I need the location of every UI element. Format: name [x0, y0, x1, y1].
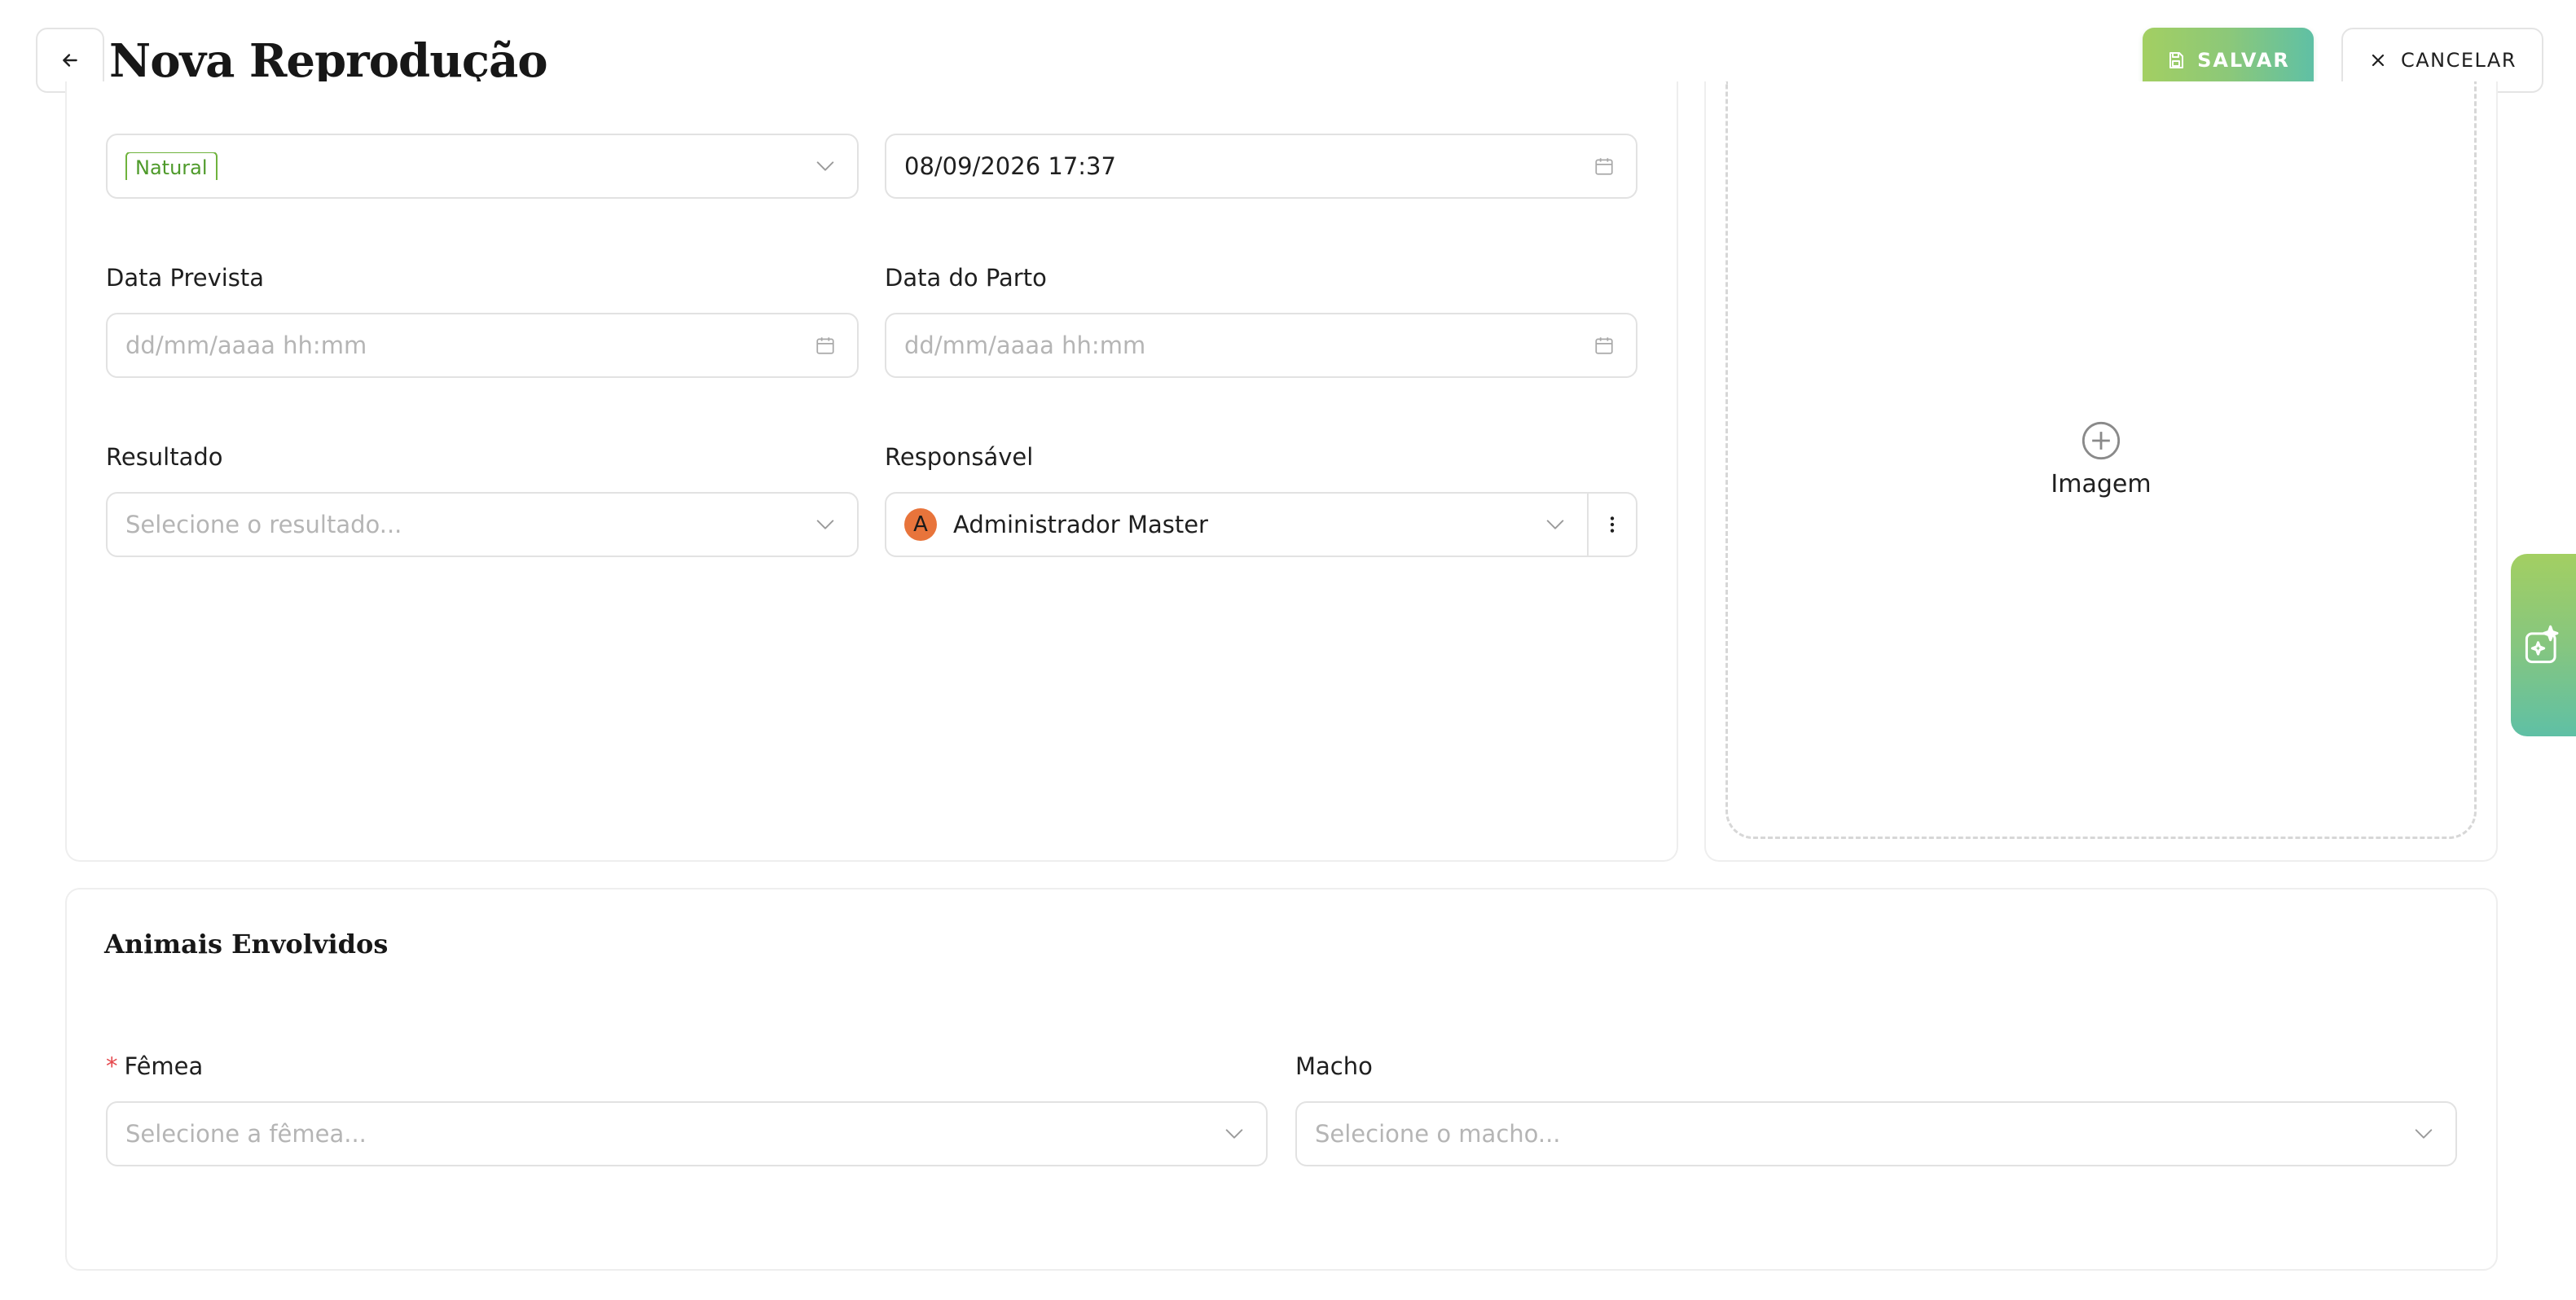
- responsavel-value: Administrador Master: [953, 511, 1208, 538]
- calendar-icon[interactable]: [811, 332, 839, 359]
- data-parto-placeholder: dd/mm/aaaa hh:mm: [904, 332, 1146, 359]
- animals-section-title: Animais Envolvidos: [104, 929, 389, 960]
- close-icon: [2372, 54, 2385, 67]
- data-prevista-input[interactable]: dd/mm/aaaa hh:mm: [106, 313, 859, 378]
- chevron-down-icon: [811, 511, 839, 538]
- data-input[interactable]: 08/09/2026 17:37: [885, 134, 1637, 199]
- chevron-down-icon: [811, 152, 839, 180]
- femea-label-text: Fêmea: [124, 1052, 204, 1080]
- resultado-select[interactable]: Selecione o resultado...: [106, 492, 859, 557]
- responsavel-main[interactable]: A Administrador Master: [886, 494, 1587, 556]
- avatar: A: [904, 508, 937, 541]
- ai-assistant-tab[interactable]: [2511, 554, 2576, 736]
- macho-select[interactable]: Selecione o macho...: [1295, 1101, 2457, 1166]
- more-vertical-icon: [1610, 516, 1615, 533]
- macho-placeholder: Selecione o macho...: [1315, 1120, 1561, 1148]
- required-mark: *: [106, 1052, 118, 1080]
- data-prevista-label: Data Prevista: [106, 264, 265, 292]
- data-value: 08/09/2026 17:37: [904, 152, 1116, 180]
- arrow-left-icon: [63, 54, 77, 67]
- responsavel-label: Responsável: [885, 443, 1034, 471]
- animals-card: [65, 888, 2498, 1271]
- chevron-down-icon: [1541, 511, 1569, 538]
- cancel-button-label: CANCELAR: [2400, 49, 2517, 72]
- sparkle-icon: [2525, 625, 2559, 664]
- tipo-tag: Natural: [125, 152, 218, 180]
- image-upload-label: Imagem: [2051, 470, 2152, 498]
- responsavel-more-button[interactable]: [1587, 494, 1636, 556]
- responsavel-select[interactable]: A Administrador Master: [885, 492, 1637, 557]
- chevron-down-icon: [1220, 1120, 1248, 1148]
- chevron-down-icon: [2410, 1120, 2438, 1148]
- femea-select[interactable]: Selecione a fêmea...: [106, 1101, 1268, 1166]
- image-upload-dropzone[interactable]: Imagem: [1725, 81, 2477, 839]
- data-prevista-placeholder: dd/mm/aaaa hh:mm: [125, 332, 367, 359]
- data-parto-input[interactable]: dd/mm/aaaa hh:mm: [885, 313, 1637, 378]
- resultado-label: Resultado: [106, 443, 223, 471]
- calendar-icon[interactable]: [1590, 332, 1618, 359]
- save-icon: [2169, 52, 2184, 68]
- plus-circle-icon: [2081, 421, 2121, 460]
- resultado-placeholder: Selecione o resultado...: [125, 511, 402, 538]
- femea-placeholder: Selecione a fêmea...: [125, 1120, 367, 1148]
- tipo-select[interactable]: Natural: [106, 134, 859, 199]
- calendar-icon[interactable]: [1590, 152, 1618, 180]
- save-button-label: SALVAR: [2197, 49, 2290, 72]
- macho-label: Macho: [1295, 1052, 1373, 1080]
- data-parto-label: Data do Parto: [885, 264, 1047, 292]
- femea-label: * Fêmea: [106, 1052, 203, 1080]
